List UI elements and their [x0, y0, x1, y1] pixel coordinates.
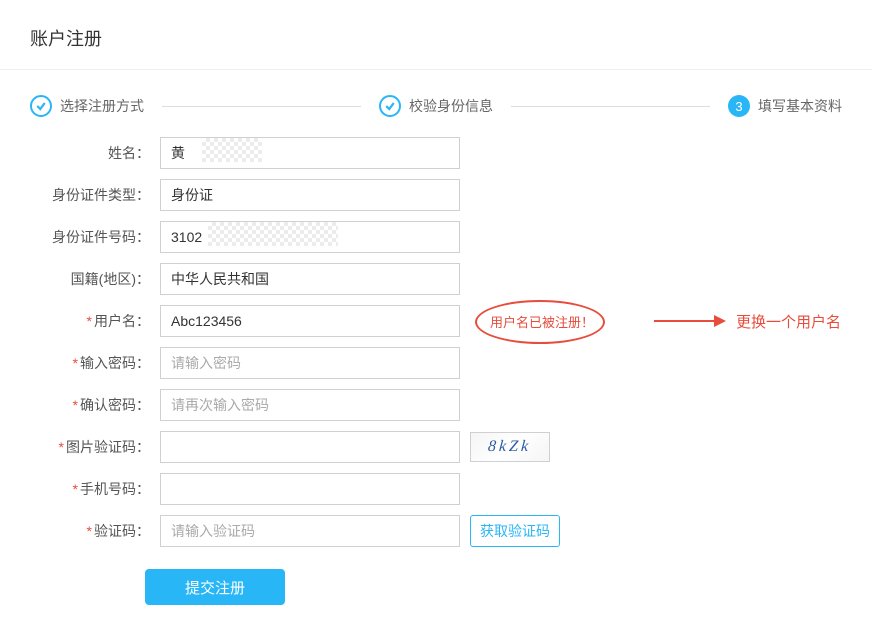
row-username: *用户名： 用户名已被注册！ 更换一个用户名	[30, 305, 842, 337]
submit-button[interactable]: 提交注册	[145, 569, 285, 605]
arrow-icon	[654, 315, 726, 327]
img-captcha-field[interactable]	[160, 431, 460, 463]
label-confirm: *确认密码：	[30, 395, 160, 415]
step-3-label: 填写基本资料	[758, 96, 842, 116]
step-divider	[511, 106, 710, 107]
error-message: 用户名已被注册！	[490, 312, 594, 331]
label-username: *用户名：	[30, 311, 160, 331]
nationality-field[interactable]	[160, 263, 460, 295]
row-password: *输入密码：	[30, 347, 842, 379]
label-password: *输入密码：	[30, 353, 160, 373]
row-sms-code: *验证码： 获取验证码	[30, 515, 842, 547]
row-img-captcha: *图片验证码： 8kZk	[30, 431, 842, 463]
confirm-password-field[interactable]	[160, 389, 460, 421]
captcha-text: 8kZk	[488, 438, 533, 456]
id-type-field[interactable]	[160, 179, 460, 211]
row-phone: *手机号码：	[30, 473, 842, 505]
step-1: 选择注册方式	[30, 95, 144, 117]
label-img-captcha: *图片验证码：	[30, 437, 160, 457]
step-3: 3 填写基本资料	[728, 95, 842, 117]
get-code-button[interactable]: 获取验证码	[470, 515, 560, 547]
label-id-no: 身份证件号码：	[30, 227, 160, 247]
check-icon	[379, 95, 401, 117]
row-nationality: 国籍(地区)：	[30, 263, 842, 295]
step-2: 校验身份信息	[379, 95, 493, 117]
step-2-label: 校验身份信息	[409, 96, 493, 116]
name-field[interactable]	[160, 137, 460, 169]
page-title: 账户注册	[0, 0, 872, 70]
label-name: 姓名：	[30, 143, 160, 163]
row-confirm: *确认密码：	[30, 389, 842, 421]
register-form: 姓名： 身份证件类型： 身份证件号码： 国籍(地区)： *用户名： 用户名已被注…	[0, 137, 872, 625]
step-divider	[162, 106, 361, 107]
row-id-no: 身份证件号码：	[30, 221, 842, 253]
label-phone: *手机号码：	[30, 479, 160, 499]
check-icon	[30, 95, 52, 117]
id-no-field[interactable]	[160, 221, 460, 253]
row-name: 姓名：	[30, 137, 842, 169]
step-bar: 选择注册方式 校验身份信息 3 填写基本资料	[0, 70, 872, 137]
username-field[interactable]	[160, 305, 460, 337]
error-callout: 用户名已被注册！	[490, 312, 594, 331]
label-nationality: 国籍(地区)：	[30, 269, 160, 289]
label-sms-code: *验证码：	[30, 521, 160, 541]
step-1-label: 选择注册方式	[60, 96, 144, 116]
row-id-type: 身份证件类型：	[30, 179, 842, 211]
sms-code-field[interactable]	[160, 515, 460, 547]
step-number-icon: 3	[728, 95, 750, 117]
captcha-image[interactable]: 8kZk	[470, 432, 550, 462]
phone-field[interactable]	[160, 473, 460, 505]
password-field[interactable]	[160, 347, 460, 379]
label-id-type: 身份证件类型：	[30, 185, 160, 205]
annotation-text: 更换一个用户名	[736, 311, 841, 332]
